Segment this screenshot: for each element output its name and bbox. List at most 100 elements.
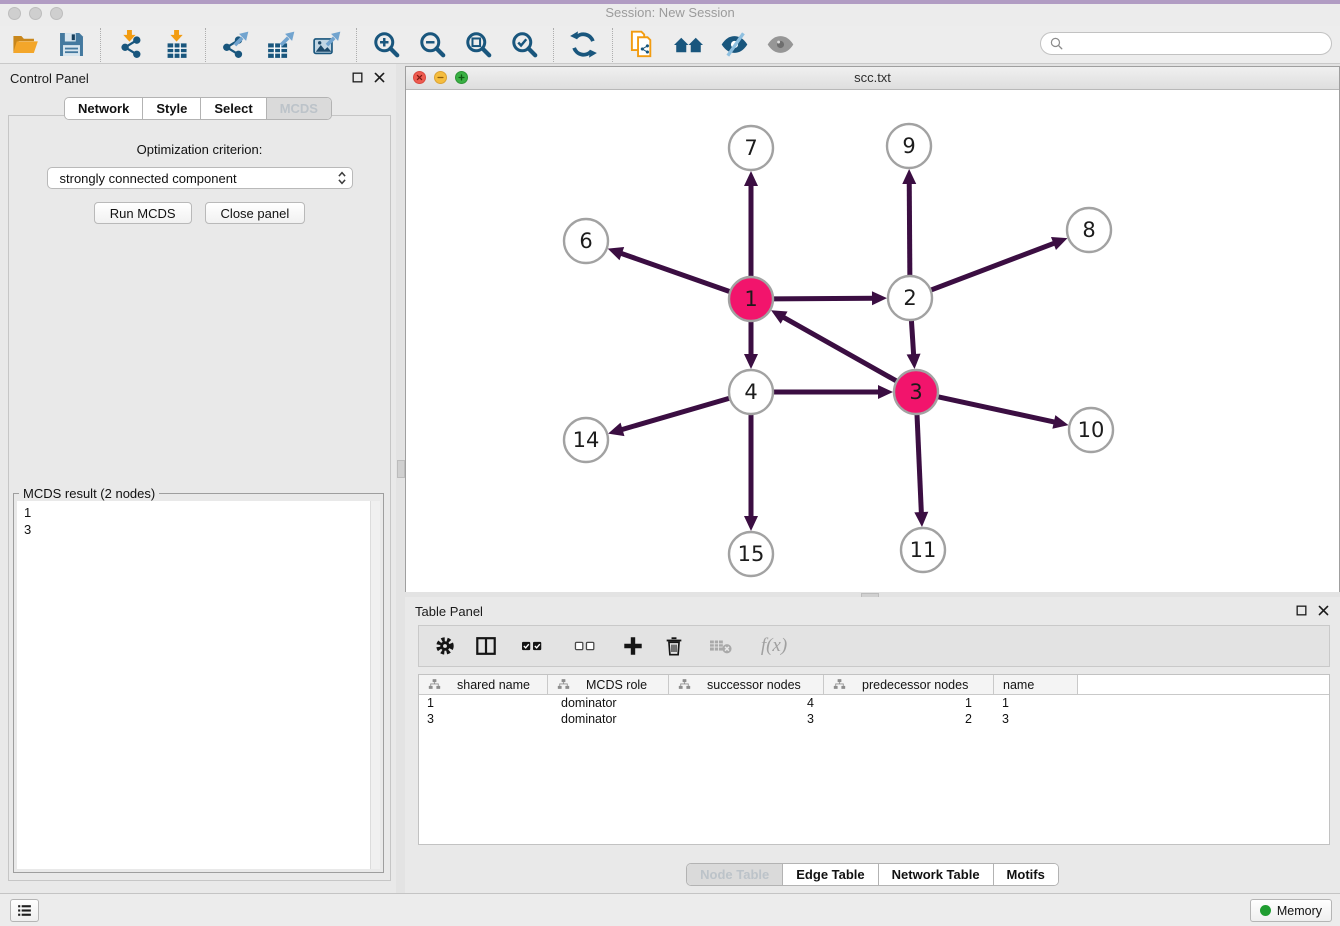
zoom-out-button[interactable] [411, 28, 453, 62]
houses-icon [674, 30, 703, 59]
edge-1-4[interactable] [744, 321, 758, 369]
svg-text:6: 6 [579, 229, 592, 253]
edge-3-1[interactable] [771, 310, 897, 381]
table-tab-node-table[interactable]: Node Table [687, 864, 783, 885]
search-field[interactable] [1040, 32, 1332, 55]
zoom-in-button[interactable] [365, 28, 407, 62]
optimization-criterion-label: Optimization criterion: [9, 142, 390, 157]
tab-select[interactable]: Select [201, 98, 266, 119]
delete-table-button[interactable] [703, 634, 739, 658]
column-header-label: predecessor nodes [862, 678, 968, 692]
cell-predecessor-nodes: 2 [824, 711, 994, 727]
run-mcds-button[interactable]: Run MCDS [94, 202, 192, 224]
column-header-label: shared name [457, 678, 530, 692]
save-icon [57, 30, 86, 59]
edge-3-10[interactable] [937, 397, 1068, 429]
node-table: shared name MCDS rolesuccessor nodes prede… [418, 674, 1330, 845]
node-2[interactable]: 2 [888, 276, 932, 320]
node-14[interactable]: 14 [564, 418, 608, 462]
toolbar-button-groups [4, 26, 801, 63]
memory-button[interactable]: Memory [1250, 899, 1332, 922]
node-9[interactable]: 9 [887, 124, 931, 168]
function-builder-button[interactable]: f(x) [756, 634, 792, 658]
edge-2-3[interactable] [907, 320, 921, 369]
table-settings-button[interactable] [433, 634, 457, 658]
node-7[interactable]: 7 [729, 126, 773, 170]
edge-4-3[interactable] [773, 385, 893, 399]
toolbar-separator [553, 28, 554, 62]
node-3[interactable]: 3 [894, 370, 938, 414]
search-input[interactable] [1068, 35, 1331, 53]
column-header-name[interactable]: name [994, 675, 1078, 695]
toolbar-separator [100, 28, 101, 62]
table-row[interactable]: 3dominator323 [419, 711, 1329, 727]
add-column-button[interactable] [621, 634, 645, 658]
refresh-layout-button[interactable] [562, 28, 604, 62]
edge-2-8[interactable] [931, 237, 1068, 290]
zoom-in-icon [372, 30, 401, 59]
table-tab-motifs[interactable]: Motifs [994, 864, 1058, 885]
divider-grip[interactable] [397, 460, 405, 478]
svg-text:4: 4 [744, 380, 757, 404]
control-panel-tab-group: NetworkStyleSelectMCDS [64, 97, 332, 120]
export-image-button[interactable] [306, 28, 348, 62]
column-header-predecessor-nodes[interactable]: predecessor nodes [824, 675, 994, 695]
column-header-mcds-role[interactable]: MCDS role [548, 675, 669, 695]
export-table-button[interactable] [260, 28, 302, 62]
table-panel-close-button[interactable] [1317, 603, 1332, 618]
node-8[interactable]: 8 [1067, 208, 1111, 252]
table-tab-network-table[interactable]: Network Table [879, 864, 994, 885]
delete-column-button[interactable] [662, 634, 686, 658]
save-session-button[interactable] [50, 28, 92, 62]
edge-4-15[interactable] [744, 414, 758, 531]
mcds-result-scrollbar[interactable] [370, 501, 380, 869]
import-network-button[interactable] [109, 28, 151, 62]
svg-text:15: 15 [738, 542, 765, 566]
tab-network[interactable]: Network [65, 98, 143, 119]
control-panel-close-button[interactable] [373, 70, 388, 85]
hide-selected-button[interactable] [713, 28, 755, 62]
export-network-button[interactable] [214, 28, 256, 62]
select-all-columns-button[interactable] [515, 634, 551, 658]
node-1[interactable]: 1 [729, 277, 773, 321]
mcds-result-text[interactable]: 1 3 [17, 501, 380, 541]
edge-4-14[interactable] [608, 398, 730, 436]
tab-style[interactable]: Style [143, 98, 201, 119]
table-panel-float-button[interactable] [1295, 603, 1310, 618]
node-10[interactable]: 10 [1069, 408, 1113, 452]
edge-3-11[interactable] [914, 414, 928, 527]
deselect-all-columns-button[interactable] [568, 634, 604, 658]
edge-1-7[interactable] [744, 171, 758, 277]
import-table-button[interactable] [155, 28, 197, 62]
column-header-shared-name[interactable]: shared name [419, 675, 548, 695]
memory-status-dot [1260, 905, 1271, 916]
show-all-button[interactable] [759, 28, 801, 62]
cell-name: 1 [994, 695, 1078, 711]
zoom-fit-button[interactable] [457, 28, 499, 62]
svg-text:3: 3 [909, 380, 922, 404]
node-6[interactable]: 6 [564, 219, 608, 263]
open-session-button[interactable] [4, 28, 46, 62]
close-panel-button[interactable]: Close panel [205, 202, 306, 224]
vertical-split-divider[interactable] [396, 64, 405, 893]
zoom-selected-button[interactable] [503, 28, 545, 62]
node-11[interactable]: 11 [901, 528, 945, 572]
network-window-titlebar[interactable]: scc.txt [406, 67, 1339, 90]
table-tab-edge-table[interactable]: Edge Table [783, 864, 878, 885]
table-row[interactable]: 1dominator411 [419, 695, 1329, 711]
first-neighbors-button[interactable] [667, 28, 709, 62]
edge-1-6[interactable] [608, 247, 731, 292]
control-panel-float-button[interactable] [351, 70, 366, 85]
criterion-select[interactable]: strongly connected component [47, 167, 353, 189]
tab-mcds[interactable]: MCDS [267, 98, 331, 119]
column-chooser-button[interactable] [474, 634, 498, 658]
main-toolbar [0, 26, 1340, 64]
network-graph-canvas[interactable]: 1 2 3 4 6 7 8 9 10 11 14 15 [406, 90, 1339, 592]
node-15[interactable]: 15 [729, 532, 773, 576]
column-header-successor-nodes[interactable]: successor nodes [669, 675, 824, 695]
edge-2-9[interactable] [902, 169, 916, 276]
node-4[interactable]: 4 [729, 370, 773, 414]
task-history-button[interactable] [10, 899, 39, 922]
edge-1-2[interactable] [773, 291, 887, 305]
new-network-from-selection-button[interactable] [621, 28, 663, 62]
